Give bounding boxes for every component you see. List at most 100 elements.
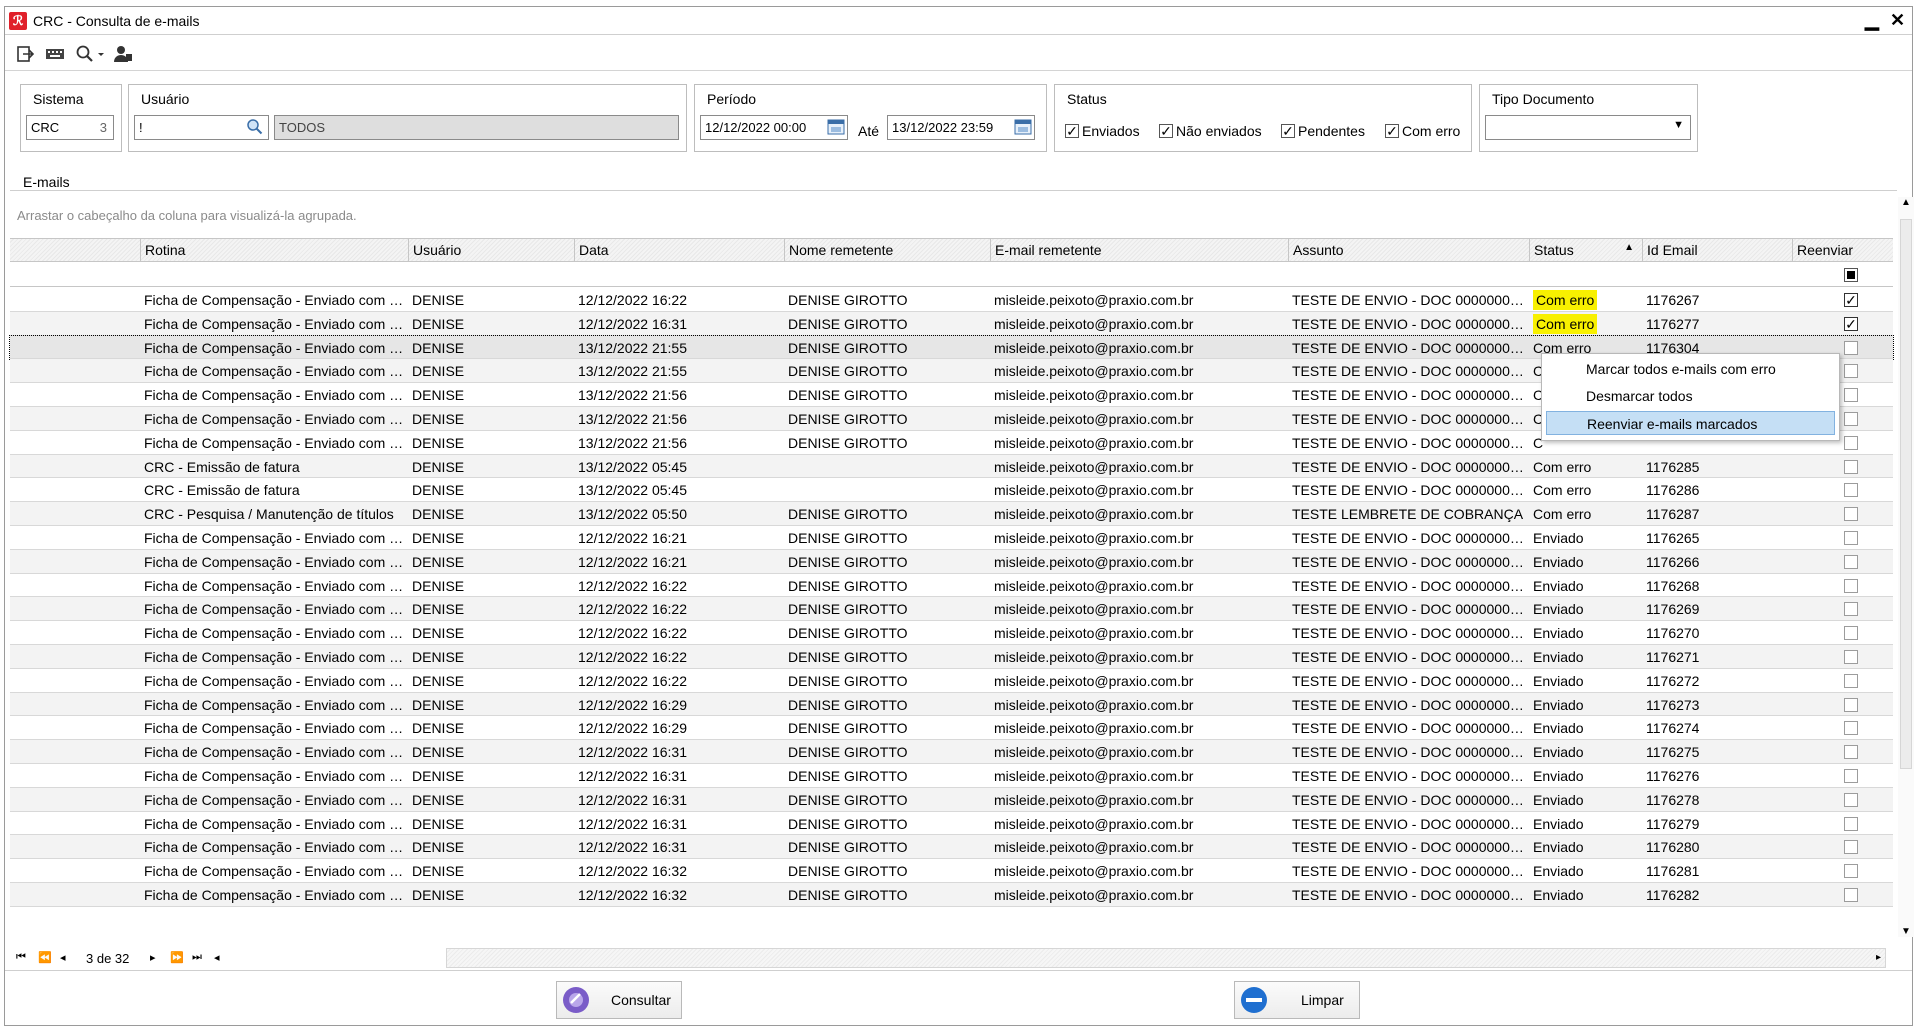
sistema-field[interactable]: CRC 3: [26, 115, 114, 140]
table-row[interactable]: Ficha de Compensação - Enviado com a u..…: [10, 716, 1893, 741]
cell-email-remetente: misleide.peixoto@praxio.com.br: [994, 863, 1194, 880]
usuario-input[interactable]: !: [134, 115, 269, 140]
cell-rotina: Ficha de Compensação - Enviado com a u..…: [144, 720, 408, 737]
reenviar-checkbox[interactable]: [1844, 840, 1858, 855]
reenviar-checkbox[interactable]: [1844, 887, 1858, 902]
cell-assunto: TESTE DE ENVIO - DOC 0000000001...: [1292, 839, 1529, 856]
reenviar-checkbox[interactable]: [1844, 626, 1858, 641]
cell-data: 12/12/2022 16:31: [578, 839, 687, 856]
table-row[interactable]: Ficha de Compensação - Enviado com a u..…: [10, 311, 1893, 336]
prev-page-fast-icon[interactable]: ⏪: [38, 951, 52, 964]
next-icon[interactable]: ▸: [150, 951, 156, 964]
reenviar-checkbox[interactable]: [1844, 745, 1858, 760]
reenviar-checkbox[interactable]: [1844, 507, 1858, 522]
table-row[interactable]: Ficha de Compensação - Enviado com a u..…: [10, 787, 1893, 812]
reenviar-checkbox[interactable]: [1844, 340, 1858, 355]
reenviar-checkbox[interactable]: [1844, 388, 1858, 403]
reenviar-checkbox[interactable]: [1844, 554, 1858, 569]
table-row[interactable]: Ficha de Compensação - Enviado com a u..…: [10, 812, 1893, 836]
keyboard-icon[interactable]: [43, 43, 67, 65]
reenviar-checkbox[interactable]: [1844, 578, 1858, 593]
header-assunto[interactable]: Assunto: [1288, 239, 1529, 261]
status-nao-enviados-checkbox[interactable]: ✓ Não enviados: [1159, 123, 1262, 139]
table-row[interactable]: CRC - Emissão de fatura DENISE 13/12/2022 …: [10, 454, 1893, 479]
menu-item-desmarcar-todos[interactable]: Desmarcar todos: [1546, 384, 1835, 408]
menu-item-marcar-todos[interactable]: Marcar todos e-mails com erro: [1546, 357, 1835, 381]
reenviar-checkbox[interactable]: [1844, 411, 1858, 426]
calendar-icon[interactable]: [1014, 119, 1032, 138]
reenviar-checkbox[interactable]: [1844, 768, 1858, 783]
scroll-left-icon[interactable]: ◂: [214, 951, 220, 964]
table-row[interactable]: Ficha de Compensação - Enviado com a u..…: [10, 549, 1893, 574]
periodo-from-input[interactable]: 12/12/2022 00:00: [700, 115, 848, 140]
reenviar-checkbox[interactable]: [1844, 530, 1858, 545]
chevron-down-icon[interactable]: ▼: [1673, 119, 1684, 131]
header-reenviar[interactable]: Reenviar: [1792, 239, 1893, 261]
periodo-to-input[interactable]: 13/12/2022 23:59: [887, 115, 1035, 140]
search-icon[interactable]: [73, 43, 107, 65]
scroll-down-icon[interactable]: ▼: [1901, 926, 1911, 937]
header-status[interactable]: Status ▲: [1529, 239, 1642, 261]
menu-item-reenviar-marcados[interactable]: Reenviar e-mails marcados: [1546, 411, 1835, 435]
horizontal-scrollbar[interactable]: ▸: [446, 948, 1886, 968]
table-row[interactable]: Ficha de Compensação - Enviado com a u..…: [10, 574, 1893, 598]
user-icon[interactable]: [111, 43, 135, 65]
vertical-scrollbar[interactable]: ▲ ▼: [1898, 197, 1914, 937]
first-page-icon[interactable]: ⏮: [16, 951, 26, 964]
status-com-erro-checkbox[interactable]: ✓ Com erro: [1385, 123, 1460, 139]
reenviar-checkbox[interactable]: [1844, 721, 1858, 736]
reenviar-checkbox[interactable]: ✓: [1844, 316, 1858, 331]
header-email-remetente[interactable]: E-mail remetente: [990, 239, 1288, 261]
last-page-icon[interactable]: ⏭: [192, 951, 202, 964]
close-button[interactable]: ✕: [1890, 10, 1905, 31]
limpar-button[interactable]: Limpar: [1234, 981, 1360, 1019]
tipo-documento-select[interactable]: ▼: [1485, 115, 1691, 140]
header-rotina[interactable]: Rotina: [140, 239, 408, 261]
scroll-right-icon[interactable]: ▸: [1876, 952, 1881, 963]
reenviar-checkbox[interactable]: [1844, 364, 1858, 379]
select-all-checkbox[interactable]: [1844, 268, 1858, 282]
scroll-up-icon[interactable]: ▲: [1901, 197, 1911, 208]
reenviar-checkbox[interactable]: [1844, 649, 1858, 664]
cell-rotina: Ficha de Compensação - Enviado com a u..…: [144, 387, 408, 404]
table-row[interactable]: Ficha de Compensação - Enviado com a u..…: [10, 859, 1893, 883]
table-row[interactable]: Ficha de Compensação - Enviado com a u..…: [10, 644, 1893, 669]
table-row[interactable]: Ficha de Compensação - Enviado com a u..…: [10, 669, 1893, 693]
reenviar-checkbox[interactable]: [1844, 602, 1858, 617]
table-row[interactable]: CRC - Pesquisa / Manutenção de títulos DE…: [10, 502, 1893, 526]
table-row[interactable]: Ficha de Compensação - Enviado com a u..…: [10, 835, 1893, 860]
reenviar-checkbox[interactable]: ✓: [1844, 293, 1858, 307]
reenviar-checkbox[interactable]: [1844, 864, 1858, 879]
table-row[interactable]: Ficha de Compensação - Enviado com a u..…: [10, 597, 1893, 622]
cell-data: 13/12/2022 05:45: [578, 458, 687, 475]
table-row[interactable]: Ficha de Compensação - Enviado com a u..…: [10, 764, 1893, 788]
reenviar-checkbox[interactable]: [1844, 459, 1858, 474]
table-row[interactable]: Ficha de Compensação - Enviado com a u..…: [10, 526, 1893, 550]
prev-icon[interactable]: ◂: [60, 951, 66, 964]
lookup-search-icon[interactable]: [246, 118, 264, 139]
reenviar-checkbox[interactable]: [1844, 435, 1858, 450]
table-row[interactable]: Ficha de Compensação - Enviado com a u..…: [10, 740, 1893, 764]
status-enviados-checkbox[interactable]: ✓ Enviados: [1065, 123, 1140, 139]
consultar-button[interactable]: Consultar: [556, 981, 682, 1019]
header-data[interactable]: Data: [574, 239, 784, 261]
header-id-email[interactable]: Id Email: [1642, 239, 1792, 261]
header-nome-remetente[interactable]: Nome remetente: [784, 239, 990, 261]
reenviar-checkbox[interactable]: [1844, 697, 1858, 712]
exit-icon[interactable]: [13, 43, 37, 65]
table-row[interactable]: Ficha de Compensação - Enviado com a u..…: [10, 621, 1893, 645]
header-usuario[interactable]: Usuário: [408, 239, 574, 261]
reenviar-checkbox[interactable]: [1844, 673, 1858, 688]
table-row[interactable]: Ficha de Compensação - Enviado com a u..…: [10, 288, 1893, 312]
reenviar-checkbox[interactable]: [1844, 816, 1858, 831]
scroll-thumb[interactable]: [1900, 219, 1912, 769]
reenviar-checkbox[interactable]: [1844, 483, 1858, 498]
table-row[interactable]: Ficha de Compensação - Enviado com a u..…: [10, 692, 1893, 717]
status-pendentes-checkbox[interactable]: ✓ Pendentes: [1281, 123, 1365, 139]
table-row[interactable]: CRC - Emissão de fatura DENISE 13/12/2022 …: [10, 478, 1893, 503]
calendar-icon[interactable]: [827, 119, 845, 138]
reenviar-checkbox[interactable]: [1844, 792, 1858, 807]
next-page-fast-icon[interactable]: ⏩: [170, 951, 184, 964]
table-row[interactable]: Ficha de Compensação - Enviado com a u..…: [10, 882, 1893, 907]
minimize-button[interactable]: ▁: [1865, 10, 1879, 31]
